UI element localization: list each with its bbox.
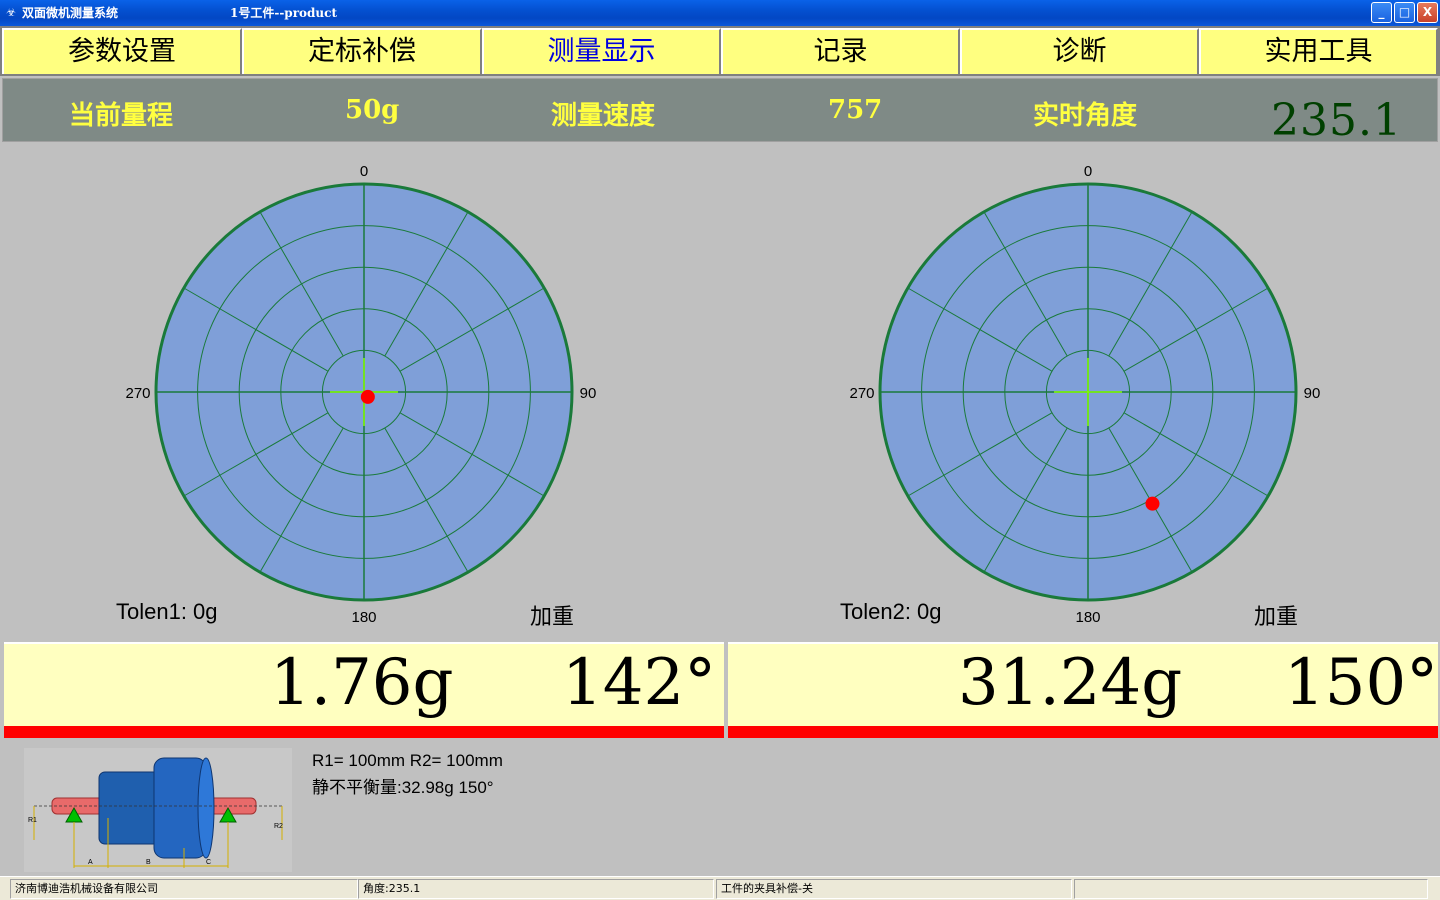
label-r2: R2: [274, 823, 283, 830]
result-right-bar: [728, 726, 1438, 738]
menu-params[interactable]: 参数设置: [2, 28, 242, 74]
tolerance-right: Tolen2: 0g: [840, 599, 942, 624]
range-label: 当前量程: [69, 101, 174, 131]
polar-area: 0 90 180 270 0 90 180 270 Tolen1: 0g 加重 Tolen2…: [2, 144, 1438, 640]
app-window: ☣ 双面微机测量系统 1号工件--product _ □ X 参数设置 定标补偿…: [0, 0, 1440, 900]
static-unbalance: 静不平衡量:32.98g 150°: [312, 778, 494, 797]
menu-bar: 参数设置 定标补偿 测量显示 记录 诊断 实用工具: [0, 26, 1440, 76]
unbalance-point: [360, 389, 375, 404]
label-0: 0: [1084, 164, 1092, 180]
label-270: 270: [125, 385, 150, 402]
status-extra: [1074, 879, 1428, 899]
radii-info: R1= 100mm R2= 100mm: [312, 751, 503, 770]
angle-label: 实时角度: [1033, 101, 1138, 131]
polar-plot-right: 0 90 180 270: [849, 164, 1321, 626]
range-value: 50g: [345, 95, 400, 125]
label-r1: R1: [28, 817, 37, 824]
result-left-bar: [4, 726, 724, 738]
result-left-angle: 142°: [562, 646, 717, 720]
status-angle: 角度:235.1: [358, 879, 714, 899]
title-bar: ☣ 双面微机测量系统 1号工件--product _ □ X: [0, 0, 1440, 26]
polar-plot-left: 0 90 180 270: [125, 164, 597, 626]
label-180: 180: [1075, 609, 1100, 626]
mode-left: 加重: [530, 605, 575, 630]
tolerance-left: Tolen1: 0g: [116, 599, 218, 624]
result-right-mass: 31.24g: [958, 646, 1183, 720]
result-left-mass: 1.76g: [270, 646, 454, 720]
menu-diagnostics[interactable]: 诊断: [960, 28, 1199, 74]
bottom-panel: R1 R2 A B C R1= 100mm R2= 100mm 静不平衡量:32…: [2, 740, 1438, 874]
result-right-angle: 150°: [1284, 646, 1439, 720]
maximize-button[interactable]: □: [1394, 2, 1415, 23]
speed-label: 测量速度: [551, 101, 656, 131]
status-fixture: 工件的夹具补偿-关: [716, 879, 1072, 899]
result-left: 1.76g 142°: [4, 642, 724, 738]
label-270: 270: [849, 385, 874, 402]
menu-records[interactable]: 记录: [721, 28, 960, 74]
label-c: C: [206, 859, 211, 866]
label-b: B: [146, 859, 151, 866]
window-title: 双面微机测量系统: [22, 6, 119, 20]
menu-measure-display[interactable]: 测量显示: [482, 28, 721, 74]
close-button[interactable]: X: [1417, 2, 1438, 23]
unbalance-point: [1145, 496, 1160, 511]
rotor-diagram-svg: R1 R2 A B C: [28, 757, 283, 868]
label-a: A: [88, 859, 93, 866]
label-0: 0: [360, 164, 368, 180]
angle-value: 235.1: [1271, 95, 1402, 146]
status-company: 济南博迪浩机械设备有限公司: [10, 879, 358, 899]
app-icon[interactable]: ☣: [3, 5, 19, 21]
rotor-diagram: R1 R2 A B C: [24, 748, 292, 872]
speed-value: 757: [828, 95, 883, 125]
window-subtitle: 1号工件--product: [230, 6, 337, 20]
minimize-button[interactable]: _: [1371, 2, 1392, 23]
mode-right: 加重: [1254, 605, 1299, 630]
menu-tools[interactable]: 实用工具: [1199, 28, 1438, 74]
status-bar: 济南博迪浩机械设备有限公司 角度:235.1 工件的夹具补偿-关: [0, 876, 1440, 900]
label-90: 90: [1304, 385, 1321, 402]
label-180: 180: [351, 609, 376, 626]
rotor-disk-face: [197, 757, 215, 859]
label-90: 90: [580, 385, 597, 402]
status-info-bar: 当前量程 50g 测量速度 757 实时角度 235.1: [2, 78, 1438, 146]
result-right: 31.24g 150°: [728, 642, 1438, 738]
menu-calibration[interactable]: 定标补偿: [242, 28, 482, 74]
